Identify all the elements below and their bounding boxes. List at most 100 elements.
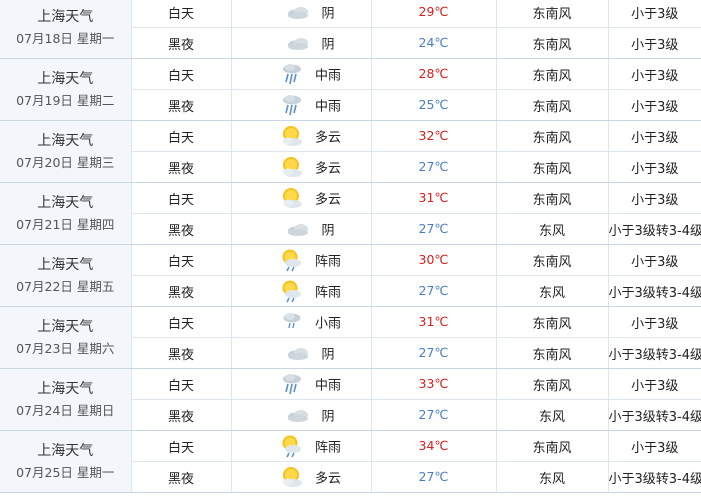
overcast-icon (285, 341, 311, 365)
wind-direction-text: 东风 (538, 285, 565, 301)
forecast-row-day: 上海天气 07月23日 星期六 白天 小雨 31℃ 东南风 小于3级 (0, 306, 701, 369)
moderate-rain-icon (279, 372, 305, 396)
city-name: 上海天气 (37, 318, 94, 335)
city-name: 上海天气 (37, 70, 94, 87)
condition-text: 中雨 (314, 68, 341, 84)
forecast-row-day: 上海天气 07月19日 星期二 白天 中雨 28℃ 东南风 小于3级 (0, 58, 701, 121)
period-text: 黑夜 (167, 161, 194, 177)
wind-direction: 东南风 (496, 89, 609, 121)
weather-condition: 多云 (231, 151, 372, 183)
forecast-date: 07月23日 星期六 (16, 340, 115, 356)
condition-text: 阴 (321, 347, 335, 363)
temperature: 31℃ (418, 190, 449, 205)
period-label: 黑夜 (131, 337, 232, 369)
period-label: 黑夜 (131, 399, 232, 431)
period-label: 白天 (131, 368, 232, 400)
period-text: 白天 (167, 316, 194, 332)
period-text: 白天 (167, 254, 194, 270)
wind-level-text: 小于3级 (631, 161, 679, 177)
weather-condition: 阴 (231, 337, 372, 369)
temperature-cell: 27℃ (371, 151, 497, 183)
city-date-cell: 上海天气 07月19日 星期二 (0, 58, 132, 121)
weather-condition: 多云 (231, 461, 372, 493)
wind-direction-text: 东南风 (532, 68, 572, 84)
wind-direction: 东风 (496, 399, 609, 431)
period-text: 黑夜 (167, 409, 194, 425)
forecast-date: 07月25日 星期一 (16, 464, 115, 480)
city-date-cell: 上海天气 07月23日 星期六 (0, 306, 132, 369)
weather-condition: 多云 (231, 182, 372, 214)
overcast-icon (285, 403, 311, 427)
city-date-cell: 上海天气 07月22日 星期五 (0, 244, 132, 307)
forecast-row-day: 上海天气 07月25日 星期一 白天 阵雨 34℃ 东南风 小于3级 (0, 430, 701, 493)
wind-level: 小于3级 (608, 120, 701, 152)
condition-text: 阵雨 (314, 285, 341, 301)
period-label: 黑夜 (131, 27, 232, 59)
city-date-cell: 上海天气 07月25日 星期一 (0, 430, 132, 493)
overcast-icon (285, 217, 311, 241)
forecast-table: 上海天气 07月18日 星期一 白天阴 29℃ 东南风 小于3级 黑夜阴 24℃ 东南风 小于3级… (0, 0, 701, 493)
forecast-row-day: 上海天气 07月24日 星期日 白天 中雨 33℃ 东南风 小于3级 (0, 368, 701, 431)
wind-level-text: 小于3级 (631, 37, 679, 53)
temperature-cell: 30℃ (371, 244, 497, 276)
city-name: 上海天气 (37, 194, 94, 211)
wind-direction: 东南风 (496, 58, 609, 90)
temperature: 33℃ (418, 376, 449, 391)
temperature: 28℃ (418, 66, 449, 81)
wind-level: 小于3级 (608, 89, 701, 121)
city-name: 上海天气 (37, 256, 94, 273)
wind-direction: 东南风 (496, 368, 609, 400)
wind-level: 小于3级 (608, 0, 701, 28)
wind-direction-text: 东南风 (532, 347, 572, 363)
forecast-date: 07月24日 星期日 (16, 402, 115, 418)
period-label: 黑夜 (131, 461, 232, 493)
condition-text: 阴 (321, 409, 335, 425)
forecast-row-day: 上海天气 07月20日 星期三 白天 多云 32℃ 东南风 小于3级 (0, 120, 701, 183)
city-date-cell: 上海天气 07月20日 星期三 (0, 120, 132, 183)
wind-level-text: 小于3级转3-4级 (608, 223, 701, 239)
temperature: 32℃ (418, 128, 449, 143)
city-date-cell: 上海天气 07月24日 星期日 (0, 368, 132, 431)
partly-cloudy-icon (279, 155, 305, 179)
wind-level-text: 小于3级 (631, 130, 679, 146)
overcast-icon (285, 31, 311, 55)
condition-text: 多云 (314, 471, 341, 487)
wind-direction: 东南风 (496, 182, 609, 214)
condition-text: 阴 (321, 223, 335, 239)
wind-direction-text: 东南风 (532, 99, 572, 115)
temperature: 27℃ (418, 283, 449, 298)
condition-text: 多云 (314, 130, 341, 146)
weather-condition: 阴 (231, 213, 372, 245)
temperature: 30℃ (418, 252, 449, 267)
weather-condition: 中雨 (231, 368, 372, 400)
temperature-cell: 32℃ (371, 120, 497, 152)
wind-level-text: 小于3级 (631, 6, 679, 22)
forecast-row-day: 上海天气 07月22日 星期五 白天 阵雨 30℃ 东南风 小于3级 (0, 244, 701, 307)
wind-direction: 东南风 (496, 430, 609, 462)
wind-direction-text: 东风 (538, 409, 565, 425)
temperature-cell: 24℃ (371, 27, 497, 59)
city-name: 上海天气 (37, 380, 94, 397)
period-text: 黑夜 (167, 37, 194, 53)
weather-condition: 阵雨 (231, 275, 372, 307)
period-text: 黑夜 (167, 471, 194, 487)
forecast-row-day: 上海天气 07月18日 星期一 白天阴 29℃ 东南风 小于3级 (0, 0, 701, 59)
temperature-cell: 31℃ (371, 182, 497, 214)
wind-level-text: 小于3级 (631, 378, 679, 394)
temperature-cell: 27℃ (371, 213, 497, 245)
period-text: 白天 (167, 378, 194, 394)
wind-direction-text: 东南风 (532, 130, 572, 146)
period-label: 白天 (131, 120, 232, 152)
wind-level: 小于3级 (608, 430, 701, 462)
city-date-cell: 上海天气 07月21日 星期四 (0, 182, 132, 245)
period-label: 白天 (131, 306, 232, 338)
wind-level-text: 小于3级转3-4级 (608, 409, 701, 425)
wind-direction-text: 东风 (538, 223, 565, 239)
weather-condition: 中雨 (231, 89, 372, 121)
wind-direction: 东风 (496, 461, 609, 493)
wind-level-text: 小于3级转3-4级 (608, 285, 701, 301)
weather-condition: 阴 (231, 399, 372, 431)
wind-level-text: 小于3级 (631, 254, 679, 270)
wind-direction-text: 东南风 (532, 440, 572, 456)
wind-direction: 东南风 (496, 337, 609, 369)
